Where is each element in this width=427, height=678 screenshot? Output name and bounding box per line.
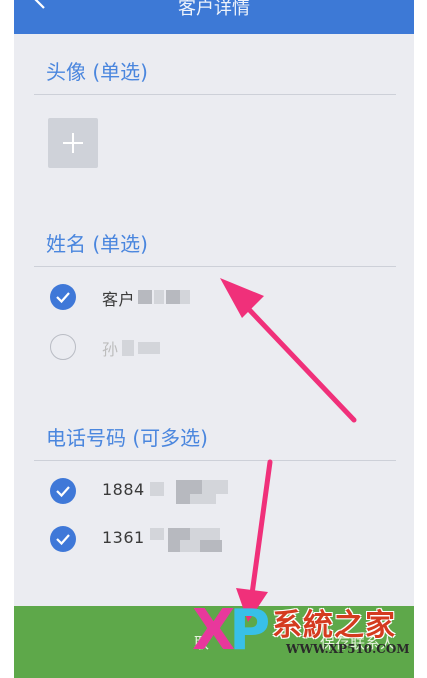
- annotation-arrow-name: [220, 278, 357, 423]
- contact-detail-screen: 客户详情 头像 (单选) 姓名 (单选) 客户 孙 电话号码 (可多选) 188…: [14, 0, 414, 678]
- watermark-xp-logo: XP: [192, 598, 270, 663]
- watermark-site-name: 系統之家: [272, 608, 396, 643]
- watermark-url: WWW.XP510.COM: [286, 642, 410, 656]
- annotation-arrows: [220, 278, 357, 622]
